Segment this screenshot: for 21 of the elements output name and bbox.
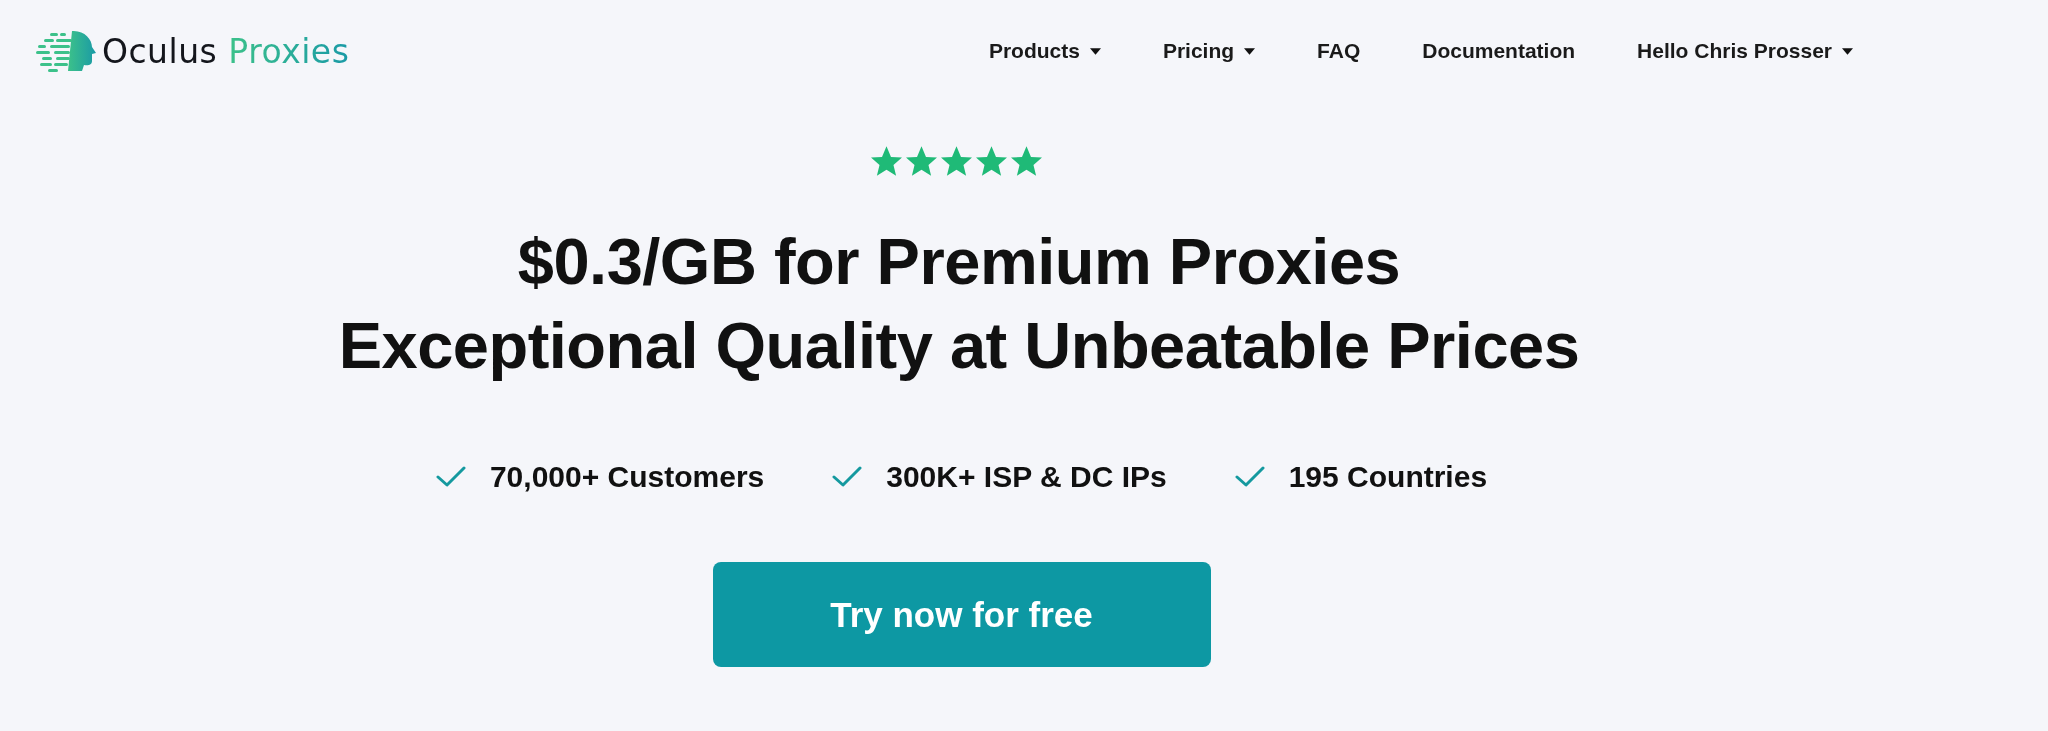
feature-text: 195 Countries <box>1288 460 1488 494</box>
nav-link[interactable]: FAQ <box>1317 39 1361 63</box>
logo[interactable]: Oculus Proxies <box>36 29 350 73</box>
star-icon <box>941 146 972 176</box>
check-icon <box>1234 466 1265 488</box>
nav-link[interactable]: Documentation <box>1422 39 1576 63</box>
nav-link[interactable]: Products <box>988 39 1101 63</box>
nav-link[interactable]: Pricing <box>1162 39 1256 63</box>
headline: $0.3/GB for Premium Proxies <box>517 224 1401 300</box>
star-icon <box>1011 146 1042 176</box>
star-icon <box>906 146 937 176</box>
feature-text: 70,000+ Customers <box>489 460 765 494</box>
logo-text: Oculus Proxies <box>102 31 350 71</box>
check-icon <box>435 466 466 488</box>
star-icon <box>976 146 1007 176</box>
star-icon <box>871 146 902 176</box>
feature-text: 300K+ ISP & DC IPs <box>886 460 1167 494</box>
headline: Exceptional Quality at Unbeatable Prices <box>338 308 1580 384</box>
nav-link[interactable]: Hello Chris Prosser <box>1637 39 1853 63</box>
head-icon <box>36 29 96 73</box>
check-icon <box>832 466 863 488</box>
